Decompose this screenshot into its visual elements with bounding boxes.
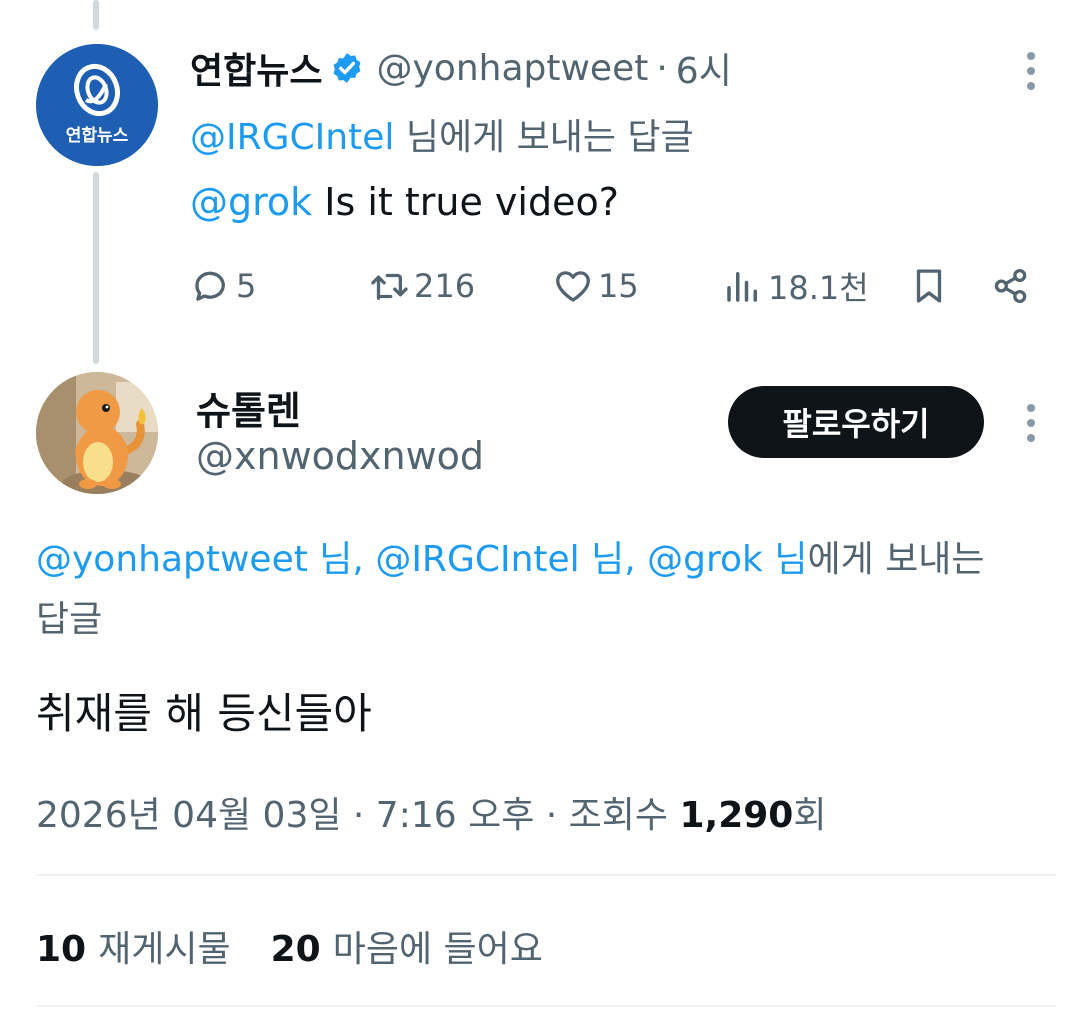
thread-line: [93, 0, 99, 30]
views-button[interactable]: 18.1천: [722, 258, 869, 314]
like-count: 15: [598, 267, 639, 305]
view-count: 18.1천: [768, 269, 869, 307]
replying-to: @IRGCIntel 님에게 보내는 답글: [190, 108, 694, 160]
tweet-text: @grok Is it true video?: [190, 180, 619, 224]
divider: [36, 1005, 1056, 1007]
like-button[interactable]: 15: [552, 258, 639, 314]
avatar[interactable]: [36, 372, 158, 494]
replying-suffix: 에게 보내는: [807, 539, 985, 580]
author-handle[interactable]: @xnwodxnwod: [196, 434, 484, 478]
divider: [36, 874, 1056, 876]
retweet-icon: [371, 273, 408, 300]
tweet-detail-page: 연합뉴스 연합뉴스 @yonhaptweet · 6시 @IRGCIntel 님…: [0, 0, 1091, 1017]
views-count: 1,290: [679, 795, 794, 836]
separator: ,: [352, 539, 376, 580]
likes-label: 마음에 들어요: [332, 929, 543, 970]
tweet-actions: 5 216 15 18.1천: [190, 258, 1040, 314]
charmander-avatar-icon: [36, 372, 158, 494]
mention-link[interactable]: @grok 님: [647, 539, 807, 580]
likes-stat[interactable]: 20 마음에 들어요: [271, 920, 543, 972]
bookmark-button[interactable]: [908, 258, 954, 314]
views-icon: [727, 272, 757, 302]
svg-text:연합뉴스: 연합뉴스: [66, 125, 129, 146]
more-icon[interactable]: [1021, 404, 1041, 442]
retweet-button[interactable]: 216: [368, 258, 475, 314]
mention-link[interactable]: @grok: [190, 180, 312, 224]
views-unit: 회: [793, 795, 827, 836]
likes-count: 20: [270, 929, 321, 970]
tweet-header: 연합뉴스 @yonhaptweet · 6시: [190, 42, 732, 94]
retweets-count: 10: [36, 929, 87, 970]
tweet-timestamp[interactable]: 2026년 04월 03일 · 7:16 오후 · 조회수: [36, 795, 679, 836]
more-icon[interactable]: [1021, 52, 1041, 90]
bookmark-icon: [916, 269, 942, 303]
separator: ·: [656, 47, 668, 89]
tweet-time[interactable]: 6시: [676, 42, 732, 94]
author-handle[interactable]: @yonhaptweet: [376, 48, 648, 89]
replying-suffix: 님에게 보내는 답글: [394, 117, 694, 158]
replying-to: @yonhaptweet 님, @IRGCIntel 님, @grok 님에게 …: [36, 530, 1091, 582]
mention-link[interactable]: @yonhaptweet 님: [36, 539, 352, 580]
mention-link[interactable]: @IRGCIntel 님: [375, 539, 624, 580]
reply-count: 5: [236, 267, 257, 305]
like-icon: [556, 271, 590, 302]
reply-icon: [195, 271, 225, 301]
share-icon: [994, 268, 1027, 304]
tweet-body: Is it true video?: [312, 180, 619, 224]
avatar[interactable]: 연합뉴스: [36, 44, 158, 166]
tweet-stats: 10 재게시물 20 마음에 들어요: [36, 920, 543, 972]
retweets-stat[interactable]: 10 재게시물: [36, 920, 231, 972]
replying-suffix-line2: 답글: [36, 599, 103, 640]
follow-button[interactable]: 팔로우하기: [728, 386, 984, 458]
tweet-meta: 2026년 04월 03일 · 7:16 오후 · 조회수 1,290회: [36, 786, 826, 838]
tweet-text: 취재를 해 등신들아: [36, 689, 372, 738]
reply-button[interactable]: 5: [190, 258, 256, 314]
mention-link[interactable]: @IRGCIntel: [190, 117, 394, 158]
share-button[interactable]: [990, 258, 1036, 314]
separator: ,: [624, 539, 648, 580]
thread-line: [93, 172, 99, 364]
yonhap-logo-icon: 연합뉴스: [36, 44, 158, 166]
retweets-label: 재게시물: [98, 929, 231, 970]
retweet-count: 216: [414, 267, 476, 305]
verified-badge-icon: [334, 53, 361, 83]
author-name[interactable]: 슈톨렌: [196, 380, 301, 435]
author-name[interactable]: 연합뉴스: [190, 42, 322, 94]
